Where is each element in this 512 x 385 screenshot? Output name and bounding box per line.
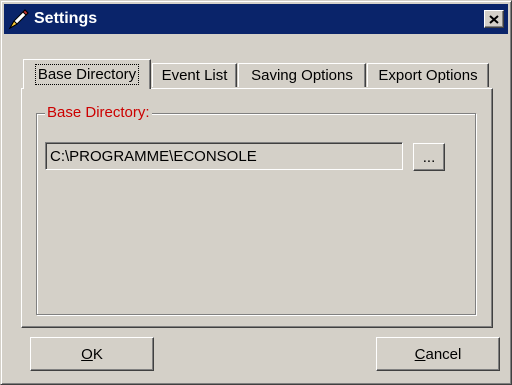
tab-label: Export Options [378, 67, 478, 84]
tab-saving-options[interactable]: Saving Options [238, 63, 366, 87]
cancel-label: Cancel [414, 345, 462, 363]
ok-label: OK [81, 345, 103, 363]
close-icon [489, 14, 499, 24]
tab-label: Base Directory [34, 64, 140, 85]
title-bar[interactable]: Settings [4, 4, 508, 34]
tab-label: Event List [161, 67, 228, 84]
tab-panel: Base Directory: C:\PROGRAMME\ECONSOLE ..… [21, 88, 493, 328]
tab-label: Saving Options [251, 67, 353, 84]
tab-base-directory[interactable]: Base Directory [23, 59, 151, 89]
pen-icon [8, 9, 29, 30]
tab-export-options[interactable]: Export Options [367, 63, 489, 87]
base-directory-field[interactable]: C:\PROGRAMME\ECONSOLE [45, 142, 403, 170]
cancel-button[interactable]: Cancel [376, 337, 500, 371]
group-label: Base Directory: [45, 104, 152, 121]
base-directory-group: Base Directory: C:\PROGRAMME\ECONSOLE ..… [36, 104, 476, 315]
ok-button[interactable]: OK [30, 337, 154, 371]
window-title: Settings [34, 10, 98, 27]
settings-window: Settings Base Directory Event List Savin… [0, 0, 512, 385]
browse-button[interactable]: ... [413, 143, 445, 171]
close-button[interactable] [484, 10, 504, 28]
tab-event-list[interactable]: Event List [152, 63, 237, 87]
